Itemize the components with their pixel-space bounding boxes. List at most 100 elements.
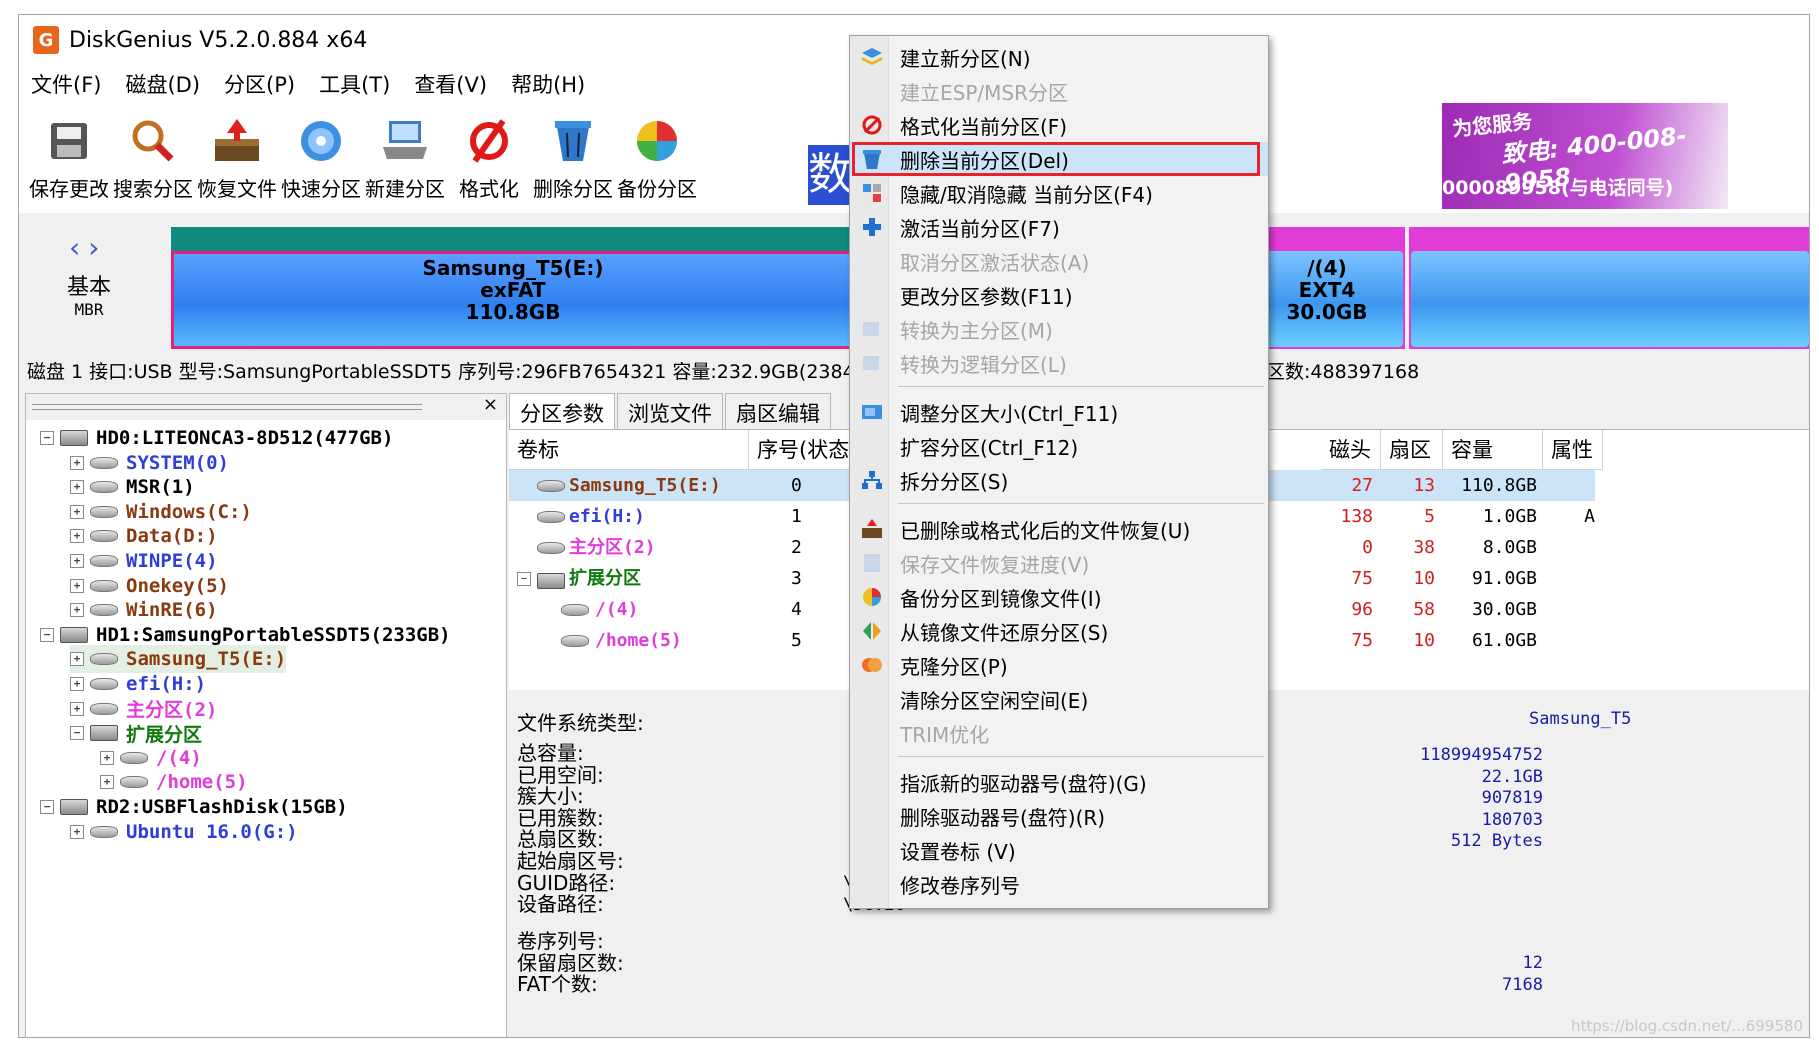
context-menu-item[interactable]: 激活当前分区(F7) xyxy=(850,210,1268,244)
context-menu-item[interactable]: 已删除或格式化后的文件恢复(U) xyxy=(850,512,1268,546)
context-menu-item[interactable]: 删除驱动器号(盘符)(R) xyxy=(850,799,1268,833)
column-header[interactable]: 扇区 xyxy=(1381,430,1443,470)
column-header[interactable]: 磁头 xyxy=(1321,430,1381,470)
context-menu-item[interactable]: 删除当前分区(Del) xyxy=(850,142,1268,176)
column-header[interactable]: 序号(状态) xyxy=(749,430,865,470)
tab-1[interactable]: 浏览文件 xyxy=(617,393,723,429)
expand-toggle-icon[interactable]: + xyxy=(70,480,84,495)
expand-toggle-icon[interactable]: + xyxy=(70,677,84,691)
cell-head: 96 xyxy=(1351,599,1373,620)
expand-toggle-icon[interactable]: + xyxy=(70,603,84,618)
context-menu-item[interactable]: 扩容分区(Ctrl_F12) xyxy=(850,429,1268,463)
context-menu-item[interactable]: 格式化当前分区(F) xyxy=(850,108,1268,142)
expand-toggle-icon[interactable]: − xyxy=(70,726,84,741)
prop-value: Samsung_T5 xyxy=(1529,709,1632,729)
convert-icon xyxy=(860,351,884,375)
context-menu-item[interactable]: 克隆分区(P) xyxy=(850,648,1268,682)
toolbar-button-disc[interactable]: 快速分区 xyxy=(273,109,369,209)
tab-2[interactable]: 扇区编辑 xyxy=(725,393,831,429)
context-menu-item-label: 转换为逻辑分区(L) xyxy=(900,352,1067,377)
cell-volume-label: /home(5) xyxy=(595,630,682,651)
expand-toggle-icon[interactable]: + xyxy=(70,824,84,839)
tab-0[interactable]: 分区参数 xyxy=(509,393,615,429)
partition-icon xyxy=(537,480,565,492)
partition-icon xyxy=(120,776,148,789)
context-menu-item[interactable]: 清除分区空闲空间(E) xyxy=(850,682,1268,716)
context-menu-item[interactable]: 从镜像文件还原分区(S) xyxy=(850,614,1268,648)
expand-toggle-icon[interactable]: + xyxy=(70,554,84,568)
prop-value: 180703 xyxy=(1481,809,1543,830)
context-menu-item: 取消分区激活状态(A) xyxy=(850,244,1268,278)
column-header[interactable]: 卷标 xyxy=(509,430,749,470)
partition-size: 110.8GB xyxy=(465,300,561,324)
expand-toggle-icon[interactable]: + xyxy=(100,775,114,790)
toolbar-button-trash[interactable]: 删除分区 xyxy=(525,109,621,209)
recover-icon xyxy=(860,517,884,541)
toolbar-button-label: 恢复文件 xyxy=(197,177,277,201)
context-menu-item[interactable]: 建立新分区(N) xyxy=(850,40,1268,74)
expand-toggle-icon[interactable]: − xyxy=(517,572,531,586)
expand-toggle-icon[interactable]: + xyxy=(70,652,84,667)
prop-value: 12 xyxy=(1522,953,1543,973)
expand-toggle-icon[interactable]: − xyxy=(40,800,54,814)
hard-disk-icon xyxy=(60,799,88,815)
cell-attribute xyxy=(1543,532,1595,563)
tree-node-label: WINPE(4) xyxy=(126,550,218,572)
prop-value: 512 Bytes xyxy=(1450,831,1543,852)
expand-toggle-icon[interactable]: + xyxy=(70,701,84,716)
toolbar-button-new-partition[interactable]: 新建分区 xyxy=(357,109,453,209)
menu-item[interactable]: 帮助(H) xyxy=(511,69,585,99)
menu-item[interactable]: 查看(V) xyxy=(414,69,487,99)
context-menu-item-label: 激活当前分区(F7) xyxy=(900,216,1060,241)
disk-nav-arrows[interactable]: ‹› xyxy=(69,231,107,264)
expand-toggle-icon[interactable]: − xyxy=(40,431,54,445)
partition-fs: exFAT xyxy=(480,278,546,302)
menu-item[interactable]: 工具(T) xyxy=(319,69,390,99)
context-menu-item[interactable]: 调整分区大小(Ctrl_F11) xyxy=(850,395,1268,429)
partition-bar-main[interactable]: Samsung_T5(E:) exFAT 110.8GB xyxy=(171,227,855,349)
context-menu-item[interactable]: 隐藏/取消隐藏 当前分区(F4) xyxy=(850,176,1268,210)
context-menu-item-label: 清除分区空闲空间(E) xyxy=(900,688,1089,713)
context-menu-item[interactable]: 设置卷标 (V) xyxy=(850,833,1268,867)
expand-toggle-icon[interactable]: + xyxy=(70,455,84,470)
context-menu-item-label: 删除驱动器号(盘符)(R) xyxy=(900,805,1106,830)
toolbar-button-pie-backup[interactable]: 备份分区 xyxy=(609,109,705,209)
tree-partition-node[interactable]: + Ubuntu 16.0(G:) xyxy=(70,818,298,846)
toolbar-button-magnifier[interactable]: 搜索分区 xyxy=(105,109,201,209)
expand-toggle-icon[interactable]: + xyxy=(70,529,84,544)
expand-toggle-icon[interactable]: + xyxy=(70,504,84,519)
tree-node-label: 扩展分区 xyxy=(126,723,203,746)
expand-toggle-icon[interactable]: + xyxy=(70,578,84,593)
menu-item[interactable]: 分区(P) xyxy=(224,69,295,99)
hard-disk-icon xyxy=(60,626,88,643)
menu-item[interactable]: 文件(F) xyxy=(31,69,101,99)
context-menu-item-label: 隐藏/取消隐藏 当前分区(F4) xyxy=(900,182,1153,207)
context-menu-item: 建立ESP/MSR分区 xyxy=(850,74,1268,108)
toolbar-button-format[interactable]: 格式化 xyxy=(441,109,537,209)
column-header[interactable]: 属性 xyxy=(1543,430,1603,470)
cell-sector: 5 xyxy=(1424,506,1435,527)
context-menu-item[interactable]: 拆分分区(S) xyxy=(850,463,1268,497)
disc-icon xyxy=(293,115,349,167)
context-menu-item[interactable]: 备份分区到镜像文件(I) xyxy=(850,580,1268,614)
context-menu-item[interactable]: 修改卷序列号 xyxy=(850,867,1268,901)
partition-bar-far-right[interactable] xyxy=(1409,227,1809,349)
close-icon[interactable]: × xyxy=(483,394,498,415)
context-menu-item-label: 建立新分区(N) xyxy=(900,46,1031,71)
context-menu-item-label: 备份分区到镜像文件(I) xyxy=(900,586,1102,611)
ad-banner[interactable]: 为您服务 致电: 400-008-9958 000089958(与电话同号) xyxy=(1442,103,1728,209)
context-menu-item[interactable]: 指派新的驱动器号(盘符)(G) xyxy=(850,765,1268,799)
menu-item[interactable]: 磁盘(D) xyxy=(125,69,200,99)
tree-node-label: HD0:LITEONCA3-8D512(477GB) xyxy=(96,427,394,449)
toolbar-button-save[interactable]: 保存更改 xyxy=(21,109,117,209)
toolbar-button-recover-box[interactable]: 恢复文件 xyxy=(189,109,285,209)
expand-toggle-icon[interactable]: + xyxy=(100,750,114,765)
expand-toggle-icon[interactable]: − xyxy=(40,627,54,642)
cell-volume-label: efi(H:) xyxy=(569,506,645,527)
cell-index: 0 xyxy=(791,475,802,496)
watermark: https://blog.csdn.net/...699580 xyxy=(1570,1017,1803,1035)
cell-sector: 10 xyxy=(1413,568,1435,589)
partition-bar-right[interactable]: /(4) EXT4 30.0GB xyxy=(1249,227,1405,349)
column-header[interactable]: 容量 xyxy=(1443,430,1543,470)
context-menu-item[interactable]: 更改分区参数(F11) xyxy=(850,278,1268,312)
